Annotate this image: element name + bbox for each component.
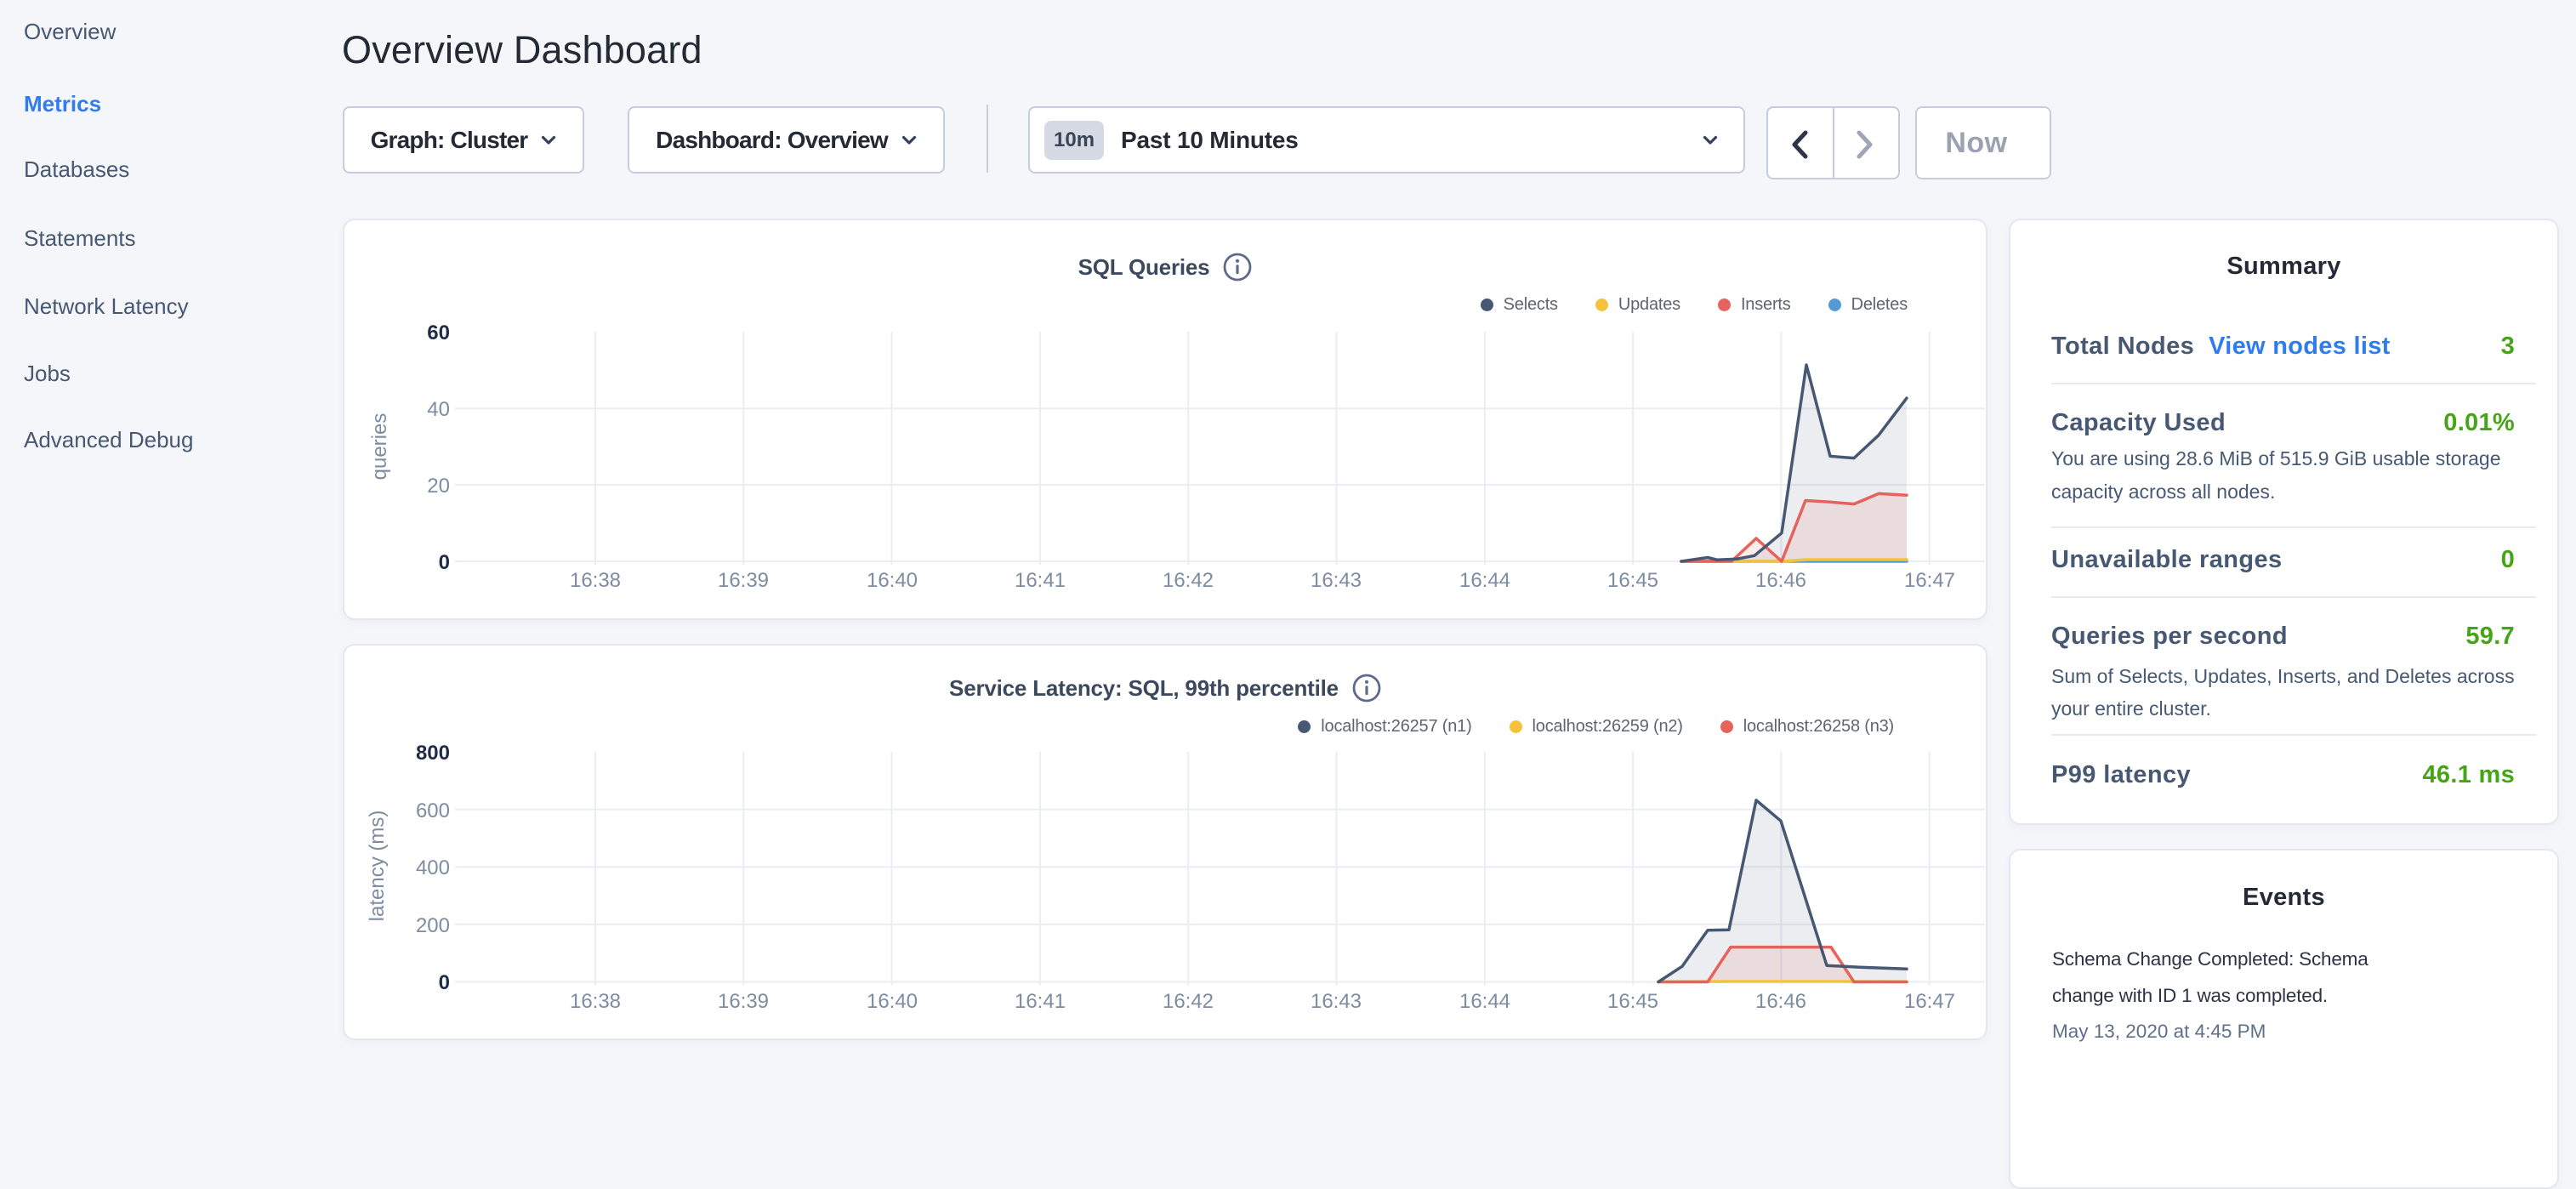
svg-text:16:39: 16:39 (718, 990, 769, 1013)
svg-text:16:45: 16:45 (1607, 990, 1658, 1013)
svg-text:16:41: 16:41 (1015, 990, 1066, 1013)
svg-text:queries: queries (368, 413, 391, 481)
svg-text:0: 0 (439, 971, 450, 994)
svg-text:800: 800 (416, 742, 450, 765)
svg-text:16:42: 16:42 (1163, 569, 1214, 592)
svg-text:16:43: 16:43 (1311, 990, 1362, 1013)
svg-text:400: 400 (416, 856, 450, 879)
svg-text:20: 20 (427, 475, 450, 498)
svg-text:16:41: 16:41 (1015, 569, 1066, 592)
svg-text:40: 40 (427, 398, 450, 421)
svg-text:latency (ms): latency (ms) (366, 811, 389, 922)
svg-text:16:46: 16:46 (1755, 569, 1806, 592)
svg-text:16:44: 16:44 (1459, 569, 1510, 592)
svg-text:16:38: 16:38 (570, 569, 621, 592)
svg-text:16:38: 16:38 (570, 990, 621, 1013)
svg-text:60: 60 (427, 321, 450, 344)
svg-text:600: 600 (416, 799, 450, 822)
svg-text:16:47: 16:47 (1904, 990, 1955, 1013)
svg-text:16:40: 16:40 (867, 990, 918, 1013)
svg-text:16:42: 16:42 (1163, 990, 1214, 1013)
svg-text:200: 200 (416, 914, 450, 937)
svg-text:16:45: 16:45 (1607, 569, 1658, 592)
svg-text:16:47: 16:47 (1904, 569, 1955, 592)
svg-text:16:40: 16:40 (867, 569, 918, 592)
svg-text:16:46: 16:46 (1755, 990, 1806, 1013)
svg-text:0: 0 (439, 551, 450, 574)
svg-text:16:43: 16:43 (1311, 569, 1362, 592)
svg-text:16:44: 16:44 (1459, 990, 1510, 1013)
svg-text:16:39: 16:39 (718, 569, 769, 592)
